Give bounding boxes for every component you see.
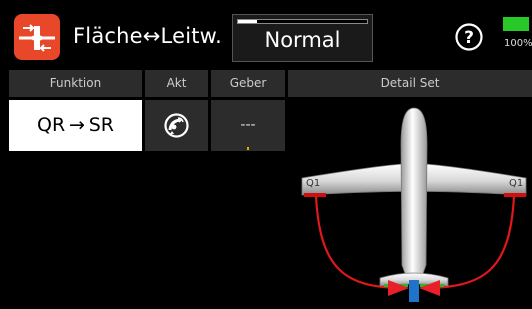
mode-progress-bar [237,19,368,24]
top-bar: Fläche↔Leitw. Normal ? 100% [0,0,532,68]
column-header-detail-set: Detail Set [288,70,532,97]
control-assignment-cell[interactable]: --- [211,100,285,151]
page-title: Fläche↔Leitw. [73,24,222,48]
battery-icon [503,17,529,31]
right-aileron-label: Q1 [509,178,523,189]
battery-percent: 100% [504,38,532,49]
svg-text:?: ? [464,28,474,48]
left-aileron-wire [314,194,406,290]
left-aileron-servo [304,193,326,197]
column-header-akt: Akt [145,70,208,97]
function-cell[interactable]: QR → SR [9,100,142,151]
right-aileron-wire [421,194,516,290]
satellite-dish-icon [164,113,189,138]
mode-progress-fill [238,20,258,23]
aircraft-diagram: Q1 Q1 [301,107,527,302]
fuselage [400,107,428,283]
active-toggle[interactable] [145,100,208,151]
wing-mixer-icon[interactable] [14,14,60,60]
column-header-geber: Geber [211,70,285,97]
table-header: Funktion Akt Geber Detail Set [0,70,532,97]
column-header-funktion: Funktion [9,70,142,97]
help-icon[interactable]: ? [455,23,483,51]
flight-mode-label: Normal [264,28,341,52]
tail-servo [409,280,419,302]
flight-mode-selector[interactable]: Normal [232,14,373,62]
right-aileron-servo [504,193,526,197]
left-aileron-label: Q1 [306,178,320,189]
control-position-marker [247,147,249,150]
